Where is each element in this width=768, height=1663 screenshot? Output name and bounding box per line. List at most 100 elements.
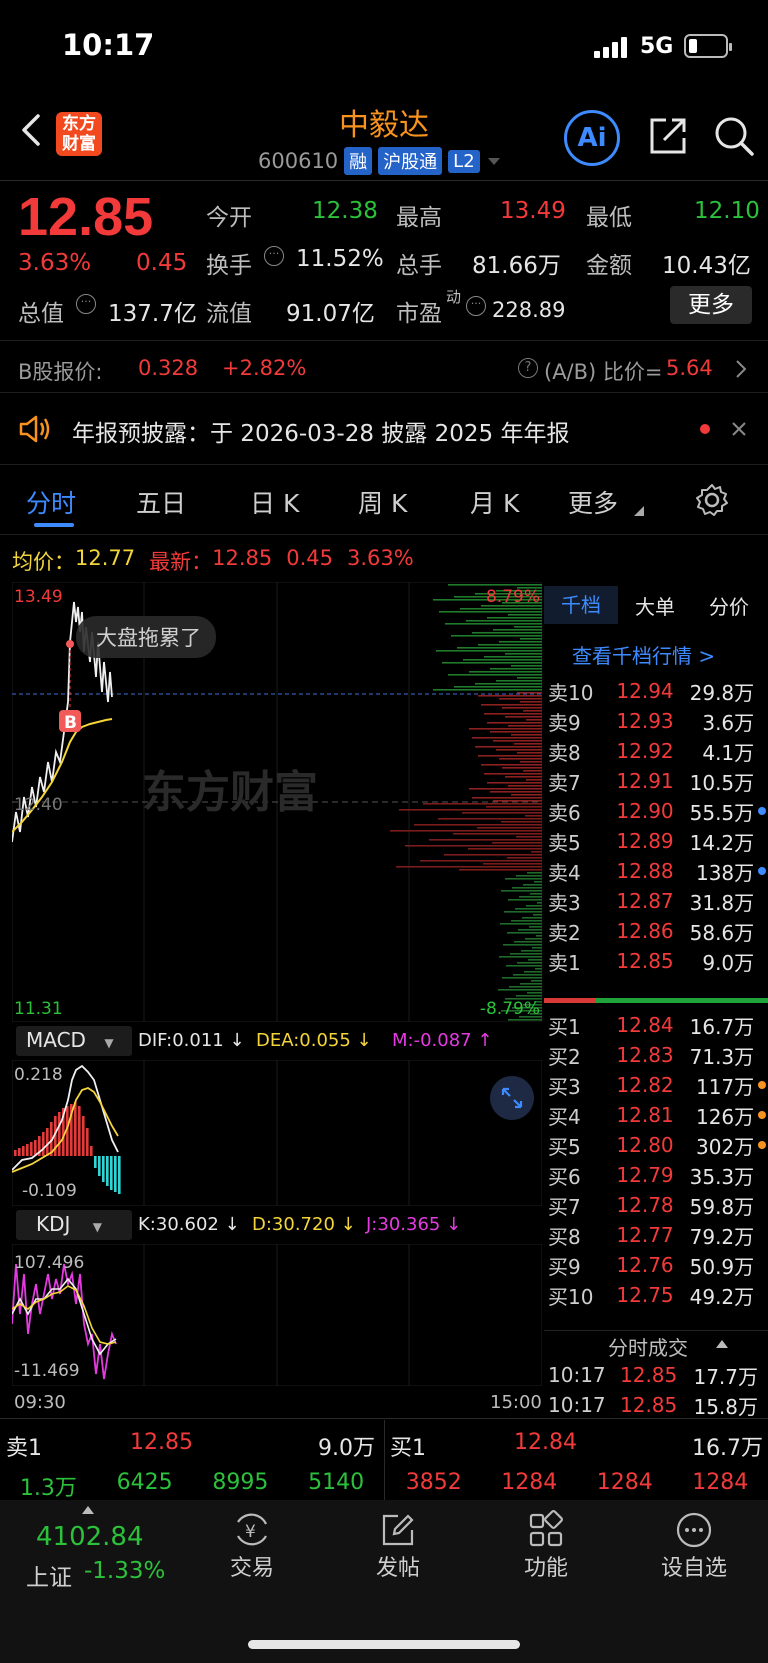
home-indicator[interactable]	[248, 1640, 520, 1649]
ask-row[interactable]: 卖9 12.93 3.6万	[548, 706, 766, 736]
depth-bar	[508, 899, 542, 901]
bid-row[interactable]: 买6 12.79 35.3万	[548, 1160, 766, 1190]
ask-row[interactable]: 卖7 12.91 10.5万	[548, 766, 766, 796]
ask-row[interactable]: 卖5 12.89 14.2万	[548, 826, 766, 856]
settings-gear-icon[interactable]	[694, 482, 730, 518]
macd-chart[interactable]: 0.218 -0.109	[12, 1060, 542, 1206]
macd-indicator-select[interactable]: MACD ▼	[16, 1026, 132, 1056]
search-icon[interactable]	[712, 114, 756, 158]
order-marker-dot	[758, 1201, 766, 1209]
order-marker-dot	[758, 837, 766, 845]
ask-vol: 14.2万	[689, 830, 755, 855]
bid-row[interactable]: 买8 12.77 79.2万	[548, 1220, 766, 1250]
bid-row[interactable]: 买5 12.80 302万	[548, 1130, 767, 1160]
kdj-chart[interactable]: 107.496 -11.469	[12, 1244, 542, 1386]
tab-intraday[interactable]: 分时	[26, 484, 76, 520]
depth-bar	[500, 923, 542, 925]
field-amount-label: 金额	[586, 253, 632, 279]
depth-bar	[490, 731, 542, 733]
tab-weekly-k[interactable]: 周 K	[358, 484, 407, 520]
intraday-chart[interactable]: 东方财富 B 大盘拖累了 13.49 12.40 11.31 8.79% -8.…	[12, 582, 542, 1022]
macd-bar	[102, 1156, 105, 1182]
stock-code-row[interactable]: 600610 融 沪股通 L2	[258, 146, 502, 176]
ask-row[interactable]: 卖10 12.94 29.8万	[548, 676, 766, 706]
macd-bar	[86, 1128, 89, 1156]
ask-row[interactable]: 卖8 12.92 4.1万	[548, 736, 766, 766]
kdj-indicator-select[interactable]: KDJ ▼	[16, 1210, 132, 1240]
field-high-label: 最高	[396, 205, 442, 231]
tab-large-orders[interactable]: 大单	[618, 591, 692, 620]
expand-chart-button[interactable]	[490, 1076, 534, 1120]
order-marker-dot	[758, 747, 766, 755]
edit-icon	[382, 1514, 414, 1546]
macd-dif: DIF:0.011 ↓	[138, 1030, 245, 1051]
bid-row[interactable]: 买2 12.83 71.3万	[548, 1040, 766, 1070]
nav-post[interactable]: 发帖	[358, 1510, 438, 1582]
index-name[interactable]: 上证	[26, 1558, 72, 1592]
tab-depth[interactable]: 千档	[544, 586, 618, 624]
index-value[interactable]: 4102.84	[36, 1522, 144, 1552]
close-icon[interactable]	[730, 420, 748, 438]
order-marker-dot	[758, 957, 766, 965]
bid-vol: 302万	[695, 1134, 755, 1159]
order-marker-dot	[758, 867, 767, 875]
bid-row[interactable]: 买10 12.75 49.2万	[548, 1280, 766, 1310]
nav-watchlist[interactable]: 设自选	[654, 1510, 734, 1582]
ask-row[interactable]: 卖3 12.87 31.8万	[548, 886, 766, 916]
ask-row[interactable]: 卖6 12.90 55.5万	[548, 796, 767, 826]
depth-bar	[503, 944, 542, 946]
tab-daily-k[interactable]: 日 K	[250, 484, 299, 520]
trade-price: 12.85	[620, 1363, 678, 1387]
bid-row[interactable]: 买4 12.81 126万	[548, 1100, 767, 1130]
bid-row[interactable]: 买1 12.84 16.7万	[548, 1010, 766, 1040]
trades-title[interactable]: 分时成交	[608, 1332, 688, 1361]
tab-more[interactable]: 更多	[568, 484, 618, 520]
depth-bar	[505, 716, 542, 718]
bid-row[interactable]: 买9 12.76 50.9万	[548, 1250, 766, 1280]
macd-bar	[74, 1102, 77, 1156]
order-marker-dot	[758, 1261, 766, 1269]
bid-price: 12.84	[616, 1013, 674, 1037]
depth-bar	[511, 665, 542, 667]
macd-bar	[18, 1148, 21, 1156]
info-icon[interactable]: ···	[264, 246, 284, 266]
ask-row[interactable]: 卖4 12.88 138万	[548, 856, 767, 886]
tab-price-dist[interactable]: 分价	[692, 591, 766, 620]
tag-connect: 沪股通	[378, 147, 443, 175]
macd-bar	[78, 1106, 81, 1156]
nav-functions[interactable]: 功能	[506, 1510, 586, 1582]
info-icon[interactable]: ···	[466, 296, 486, 316]
tab-monthly-k[interactable]: 月 K	[470, 484, 519, 520]
more-button[interactable]: 更多	[670, 286, 752, 324]
depth-bar	[511, 734, 542, 736]
ask-label: 卖1	[548, 950, 581, 975]
depth-bar	[534, 881, 542, 883]
nav-trade[interactable]: ¥ 交易	[212, 1510, 292, 1582]
bid-row[interactable]: 买7 12.78 59.8万	[548, 1190, 766, 1220]
depth-bar	[457, 647, 542, 649]
index-pct[interactable]: -1.33%	[84, 1558, 165, 1584]
trade-vol: 17.7万	[693, 1364, 758, 1389]
depth-bar	[514, 743, 542, 745]
view-depth-link[interactable]: 查看千档行情 >	[572, 640, 715, 669]
trade-time: 10:17	[548, 1393, 606, 1417]
depth-bar	[525, 938, 542, 940]
info-icon[interactable]: ···	[76, 294, 96, 314]
ask-vol: 4.1万	[702, 740, 755, 765]
depth-bar	[478, 695, 542, 697]
ai-assistant-button[interactable]: Ai	[564, 110, 620, 166]
grid-icon	[529, 1510, 563, 1547]
depth-bar	[515, 908, 542, 910]
kdj-d: D:30.720 ↓	[252, 1214, 356, 1235]
tab-five-day[interactable]: 五日	[136, 484, 186, 520]
chevron-right-icon[interactable]	[734, 358, 748, 380]
depth-bar	[517, 752, 542, 754]
ask-row[interactable]: 卖2 12.86 58.6万	[548, 916, 766, 946]
bid-row[interactable]: 买3 12.82 117万	[548, 1070, 767, 1100]
notice-text[interactable]: 年报预披露：于 2026-03-28 披露 2025 年年报	[72, 414, 569, 448]
ask-vol: 138万	[695, 860, 755, 885]
trade-time: 10:17	[548, 1363, 606, 1387]
ask-row[interactable]: 卖1 12.85 9.0万	[548, 946, 766, 976]
share-icon[interactable]	[646, 114, 690, 158]
help-icon[interactable]: ?	[518, 358, 538, 378]
